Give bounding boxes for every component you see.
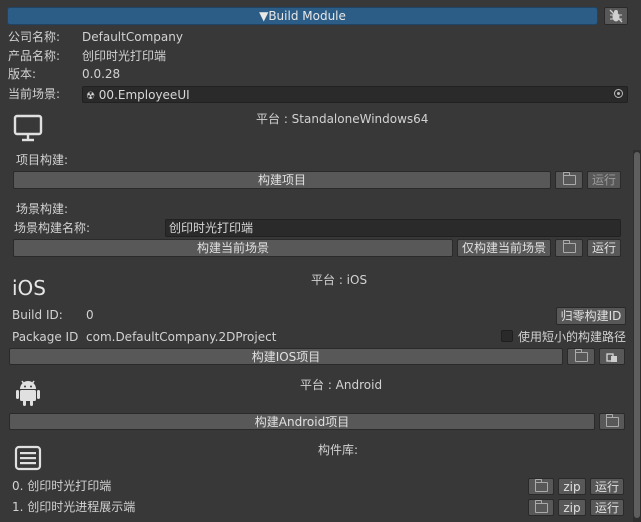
- ios-logo: iOS: [12, 276, 46, 300]
- short-path-label: 使用短小的构建路径: [518, 330, 627, 344]
- folder-icon: [562, 172, 576, 185]
- build-current-scene-button[interactable]: 构建当前场景: [13, 239, 453, 257]
- ios-platform-label: 平台 : iOS: [311, 273, 368, 287]
- copy-icon: [606, 353, 617, 362]
- package-id-value: com.DefaultCompany.2DProject: [86, 330, 277, 344]
- project-build-label: 项目构建:: [16, 153, 69, 167]
- library-item-run-button[interactable]: 运行: [590, 499, 624, 516]
- folder-icon: [534, 479, 548, 492]
- version-label: 版本:: [8, 67, 37, 81]
- object-picker-icon[interactable]: [614, 89, 623, 98]
- scene-asset-icon: ☢: [86, 91, 95, 102]
- debug-toggle-button[interactable]: [604, 7, 628, 25]
- android-icon: [16, 380, 40, 406]
- folder-icon: [534, 500, 548, 513]
- version-value: 0.0.28: [82, 67, 121, 81]
- product-value: 创印时光打印端: [82, 49, 167, 63]
- scene-build-name-label: 场景构建名称:: [14, 221, 91, 235]
- open-scene-folder-button[interactable]: [555, 239, 583, 257]
- library-icon: [14, 445, 42, 471]
- build-android-button[interactable]: 构建Android项目: [9, 413, 595, 430]
- library-title: 构件库:: [318, 443, 359, 457]
- run-project-button[interactable]: 运行: [587, 171, 621, 189]
- windows-platform-label: 平台 : StandaloneWindows64: [256, 112, 429, 126]
- monitor-icon: [13, 114, 43, 142]
- library-item-folder-button[interactable]: [528, 499, 554, 516]
- build-id-label: Build ID:: [12, 308, 63, 322]
- library-item-zip-button[interactable]: zip: [558, 499, 586, 516]
- library-item-zip-button[interactable]: zip: [558, 478, 586, 495]
- scene-object-field[interactable]: ☢ 00.EmployeeUI: [82, 86, 628, 103]
- open-ios-folder-button[interactable]: [567, 348, 595, 365]
- library-item-label: 1. 创印时光进程展示端: [12, 500, 136, 514]
- build-module-label: ▼Build Module: [259, 9, 346, 23]
- bug-icon: [609, 9, 623, 23]
- build-only-current-scene-button[interactable]: 仅构建当前场景: [457, 239, 551, 257]
- reset-build-id-button[interactable]: 归零构建ID: [556, 307, 626, 325]
- copy-path-button[interactable]: [599, 348, 625, 365]
- scene-label: 当前场景:: [8, 87, 61, 101]
- run-scene-button[interactable]: 运行: [587, 239, 621, 257]
- folder-icon: [605, 414, 619, 427]
- library-item-folder-button[interactable]: [528, 478, 554, 495]
- build-module-header[interactable]: ▼Build Module: [7, 7, 598, 25]
- folder-icon: [574, 349, 588, 362]
- build-ios-button[interactable]: 构建IOS项目: [9, 348, 563, 365]
- company-value: DefaultCompany: [82, 30, 183, 44]
- library-item-run-button[interactable]: 运行: [590, 478, 624, 495]
- scrollbar-thumb[interactable]: [634, 152, 640, 518]
- company-label: 公司名称:: [8, 30, 61, 44]
- folder-icon: [562, 240, 576, 253]
- scene-build-label: 场景构建:: [16, 202, 69, 216]
- package-id-label: Package ID: [12, 330, 79, 344]
- build-project-button[interactable]: 构建项目: [13, 171, 551, 189]
- product-label: 产品名称:: [8, 49, 61, 63]
- short-path-checkbox[interactable]: [501, 330, 513, 342]
- scene-value: 00.EmployeeUI: [98, 88, 190, 102]
- open-folder-button[interactable]: [555, 171, 583, 189]
- scene-build-name-input[interactable]: 创印时光打印端: [165, 219, 621, 237]
- android-platform-label: 平台 : Android: [300, 378, 383, 392]
- open-android-folder-button[interactable]: [599, 413, 625, 430]
- library-item-label: 0. 创印时光打印端: [12, 479, 112, 493]
- build-id-value: 0: [86, 308, 94, 322]
